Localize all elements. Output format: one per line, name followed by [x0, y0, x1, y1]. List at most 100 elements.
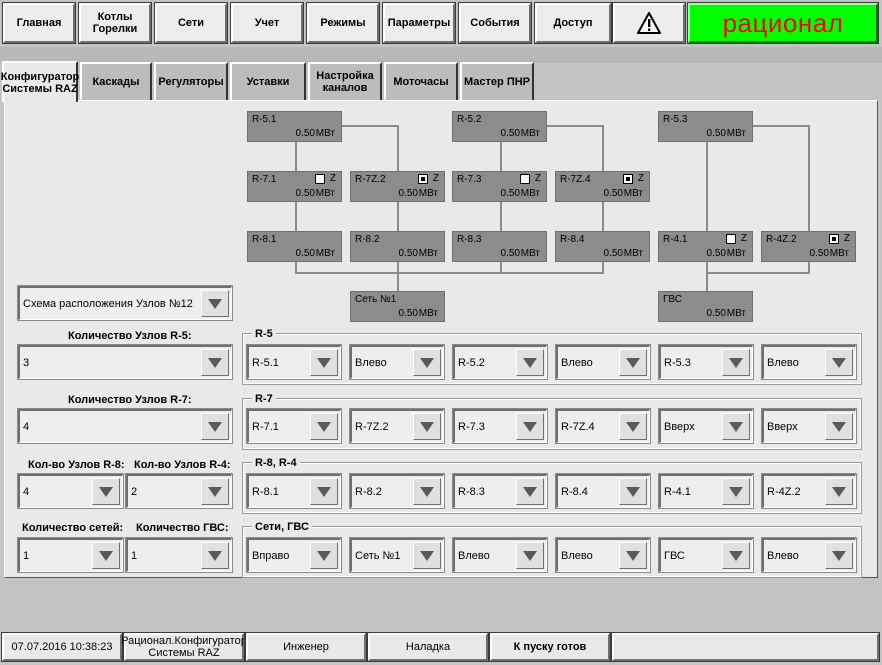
z-checkbox[interactable]: [418, 174, 428, 184]
r4-count-select[interactable]: 2: [125, 473, 233, 509]
node-r4z-2[interactable]: R-4Z.2 Z 0.50 МВт: [761, 231, 856, 262]
chevron-down-icon[interactable]: [825, 349, 853, 376]
chevron-down-icon[interactable]: [722, 542, 750, 569]
chevron-down-icon[interactable]: [201, 349, 229, 376]
nav-boilers-button[interactable]: Котлы Горелки: [78, 2, 152, 44]
node-r4-1[interactable]: R-4.1 Z 0.50 МВт: [658, 231, 753, 262]
connector-line: [602, 125, 604, 172]
group-r7-select-1[interactable]: R-7.1: [246, 408, 342, 444]
networks-count-select[interactable]: 1: [17, 537, 124, 573]
chevron-down-icon[interactable]: [722, 478, 750, 505]
node-r7z-4[interactable]: R-7Z.4 Z 0.50 МВт: [555, 171, 650, 202]
group-r8-select-2[interactable]: R-8.2: [349, 473, 445, 509]
chevron-down-icon[interactable]: [201, 478, 229, 505]
group-r8-select-1[interactable]: R-8.1: [246, 473, 342, 509]
chevron-down-icon[interactable]: [201, 290, 229, 317]
chevron-down-icon[interactable]: [619, 478, 647, 505]
chevron-down-icon[interactable]: [722, 413, 750, 440]
node-r7-1[interactable]: R-7.1 Z 0.50 МВт: [247, 171, 342, 202]
group-r5-select-3[interactable]: R-5.2: [452, 344, 548, 380]
chevron-down-icon[interactable]: [92, 478, 120, 505]
group-r7-select-2[interactable]: R-7Z.2: [349, 408, 445, 444]
node-r5-2[interactable]: R-5.2 0.50 МВт: [452, 111, 547, 142]
z-checkbox[interactable]: [520, 174, 530, 184]
node-r8-4[interactable]: R-8.4 0.50 МВт: [555, 231, 650, 262]
group-r8-select-6[interactable]: R-4Z.2: [761, 473, 857, 509]
group-r5-select-5[interactable]: R-5.3: [658, 344, 754, 380]
tab-cascades[interactable]: Каскады: [80, 62, 152, 100]
group-r8-select-3[interactable]: R-8.3: [452, 473, 548, 509]
z-checkbox[interactable]: [315, 174, 325, 184]
chevron-down-icon[interactable]: [310, 349, 338, 376]
chevron-down-icon[interactable]: [516, 478, 544, 505]
group-r7-select-4[interactable]: R-7Z.4: [555, 408, 651, 444]
group-net-select-5[interactable]: ГВС: [658, 537, 754, 573]
chevron-down-icon[interactable]: [722, 349, 750, 376]
r7-count-select[interactable]: 4: [17, 408, 233, 444]
tab-commissioning-wizard[interactable]: Мастер ПНР: [460, 62, 534, 100]
group-r7-select-3[interactable]: R-7.3: [452, 408, 548, 444]
tab-channel-settings[interactable]: Настройка каналов: [308, 62, 382, 100]
chevron-down-icon[interactable]: [310, 413, 338, 440]
z-checkbox[interactable]: [829, 234, 839, 244]
nav-networks-button[interactable]: Сети: [154, 2, 228, 44]
chevron-down-icon[interactable]: [201, 413, 229, 440]
node-r8-1[interactable]: R-8.1 0.50 МВт: [247, 231, 342, 262]
group-r5-select-1[interactable]: R-5.1: [246, 344, 342, 380]
gvs-count-select[interactable]: 1: [125, 537, 233, 573]
tab-regulators[interactable]: Регуляторы: [154, 62, 228, 100]
node-r5-3[interactable]: R-5.3 0.50 МВт: [658, 111, 753, 142]
r8-count-select[interactable]: 4: [17, 473, 124, 509]
group-net-select-6[interactable]: Влево: [761, 537, 857, 573]
nav-home-button[interactable]: Главная: [2, 2, 76, 44]
nav-modes-button[interactable]: Режимы: [306, 2, 380, 44]
node-gvs[interactable]: ГВС 0.50 МВт: [658, 291, 753, 322]
chevron-down-icon[interactable]: [516, 413, 544, 440]
group-r7-select-5[interactable]: Вверх: [658, 408, 754, 444]
node-r7z-2[interactable]: R-7Z.2 Z 0.50 МВт: [350, 171, 445, 202]
chevron-down-icon[interactable]: [619, 542, 647, 569]
group-r5-select-4[interactable]: Влево: [555, 344, 651, 380]
chevron-down-icon[interactable]: [413, 413, 441, 440]
group-r8-select-5[interactable]: R-4.1: [658, 473, 754, 509]
group-r5-select-2[interactable]: Влево: [349, 344, 445, 380]
group-net-select-2[interactable]: Сеть №1: [349, 537, 445, 573]
tab-motor-hours[interactable]: Моточасы: [384, 62, 458, 100]
chevron-down-icon[interactable]: [825, 542, 853, 569]
chevron-down-icon[interactable]: [201, 542, 229, 569]
node-network-1[interactable]: Сеть №1 0.50 МВт: [350, 291, 445, 322]
node-r8-3[interactable]: R-8.3 0.50 МВт: [452, 231, 547, 262]
nav-access-button[interactable]: Доступ: [534, 2, 612, 44]
group-r5-select-6[interactable]: Влево: [761, 344, 857, 380]
z-checkbox[interactable]: [726, 234, 736, 244]
nav-metering-button[interactable]: Учет: [230, 2, 304, 44]
z-checkbox[interactable]: [623, 174, 633, 184]
group-net-select-1[interactable]: Вправо: [246, 537, 342, 573]
node-r7-3[interactable]: R-7.3 Z 0.50 МВт: [452, 171, 547, 202]
tab-setpoints[interactable]: Уставки: [230, 62, 306, 100]
chevron-down-icon[interactable]: [413, 542, 441, 569]
chevron-down-icon[interactable]: [413, 478, 441, 505]
chevron-down-icon[interactable]: [310, 542, 338, 569]
tab-configurator[interactable]: Конфигуратор Системы RAZ: [1, 61, 79, 102]
node-r8-2[interactable]: R-8.2 0.50 МВт: [350, 231, 445, 262]
chevron-down-icon[interactable]: [619, 349, 647, 376]
group-r7-select-6[interactable]: Вверх: [761, 408, 857, 444]
group-net-select-3[interactable]: Влево: [452, 537, 548, 573]
chevron-down-icon[interactable]: [825, 478, 853, 505]
chevron-down-icon[interactable]: [516, 542, 544, 569]
nav-events-button[interactable]: События: [458, 2, 532, 44]
node-r5-1[interactable]: R-5.1 0.50 МВт: [247, 111, 342, 142]
chevron-down-icon[interactable]: [310, 478, 338, 505]
r5-count-select[interactable]: 3: [17, 344, 233, 380]
chevron-down-icon[interactable]: [92, 542, 120, 569]
chevron-down-icon[interactable]: [516, 349, 544, 376]
alarm-button[interactable]: [612, 2, 686, 44]
chevron-down-icon[interactable]: [825, 413, 853, 440]
chevron-down-icon[interactable]: [619, 413, 647, 440]
chevron-down-icon[interactable]: [413, 349, 441, 376]
scheme-select[interactable]: Схема расположения Узлов №12: [17, 285, 233, 321]
group-net-select-4[interactable]: Влево: [555, 537, 651, 573]
group-r8-select-4[interactable]: R-8.4: [555, 473, 651, 509]
nav-parameters-button[interactable]: Параметры: [382, 2, 456, 44]
